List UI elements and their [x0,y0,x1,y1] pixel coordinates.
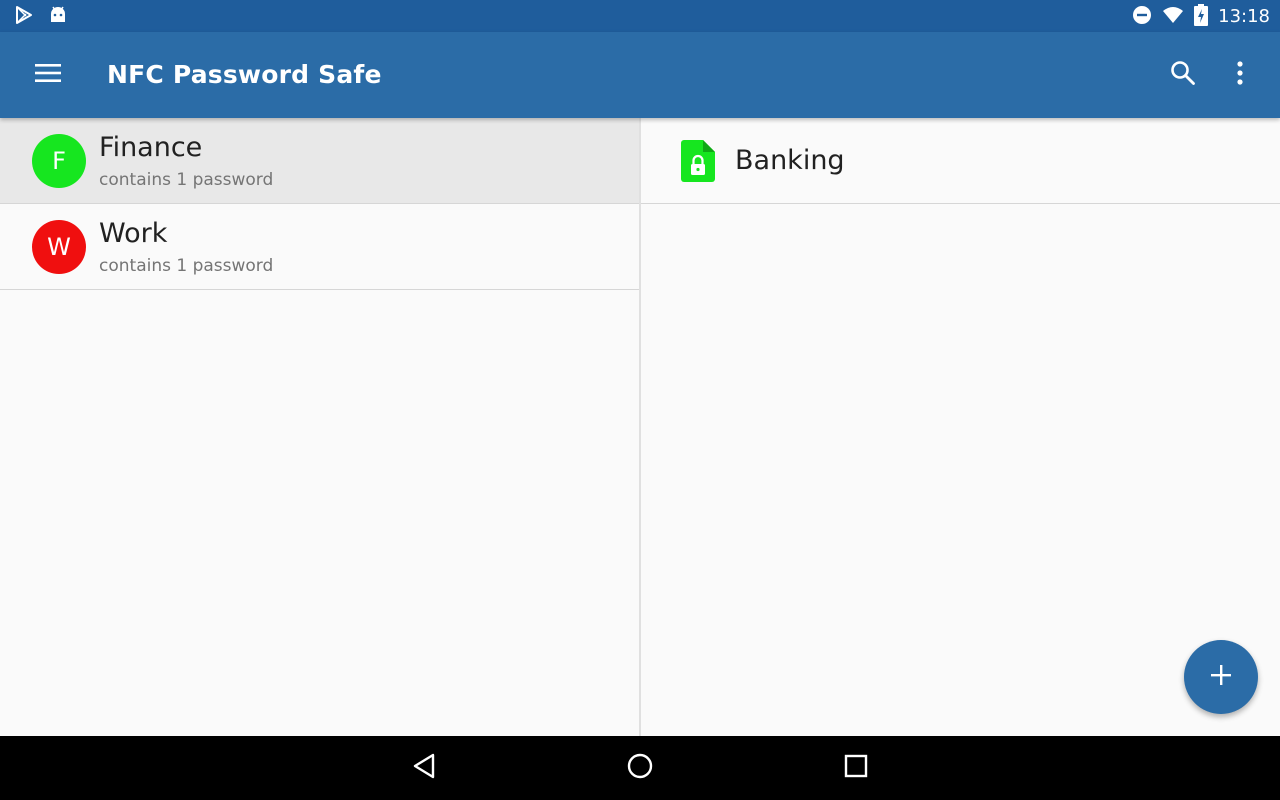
back-triangle-icon [412,753,436,783]
category-avatar: F [32,134,86,188]
more-vert-icon [1236,60,1244,90]
menu-button[interactable] [26,53,70,97]
category-name: Work [99,218,168,249]
play-store-icon [14,5,34,29]
recents-button[interactable] [836,748,876,788]
category-name: Finance [99,132,203,163]
status-time: 13:18 [1218,6,1270,27]
category-subtitle: contains 1 password [99,170,274,190]
entry-row-banking[interactable]: Banking [641,118,1280,204]
entry-title: Banking [735,145,845,176]
entry-list: Banking [641,118,1280,736]
screen: 13:18 NFC Password Safe F Finance contai… [0,0,1280,800]
search-icon [1170,60,1196,90]
home-circle-icon [627,753,653,783]
status-bar: 13:18 [0,0,1280,32]
status-left-icons [14,5,68,29]
category-row-finance[interactable]: F Finance contains 1 password [0,118,639,204]
category-subtitle: contains 1 password [99,256,274,276]
app-title: NFC Password Safe [107,60,382,89]
search-button[interactable] [1161,53,1205,97]
back-button[interactable] [404,748,444,788]
locked-file-icon [681,140,715,182]
wifi-icon [1162,6,1184,28]
navigation-bar [0,736,1280,800]
status-right-icons: 13:18 [1132,4,1270,30]
category-list: F Finance contains 1 password W Work con… [0,118,639,736]
plus-icon [1210,664,1232,690]
app-bar: NFC Password Safe [0,32,1280,118]
android-icon [48,5,68,29]
overflow-menu-button[interactable] [1218,53,1262,97]
add-button[interactable] [1184,640,1258,714]
hamburger-menu-icon [35,63,61,87]
do-not-disturb-icon [1132,5,1152,29]
battery-charging-icon [1194,4,1209,30]
home-button[interactable] [620,748,660,788]
category-avatar: W [32,220,86,274]
recents-square-icon [844,754,868,782]
category-row-work[interactable]: W Work contains 1 password [0,204,639,290]
